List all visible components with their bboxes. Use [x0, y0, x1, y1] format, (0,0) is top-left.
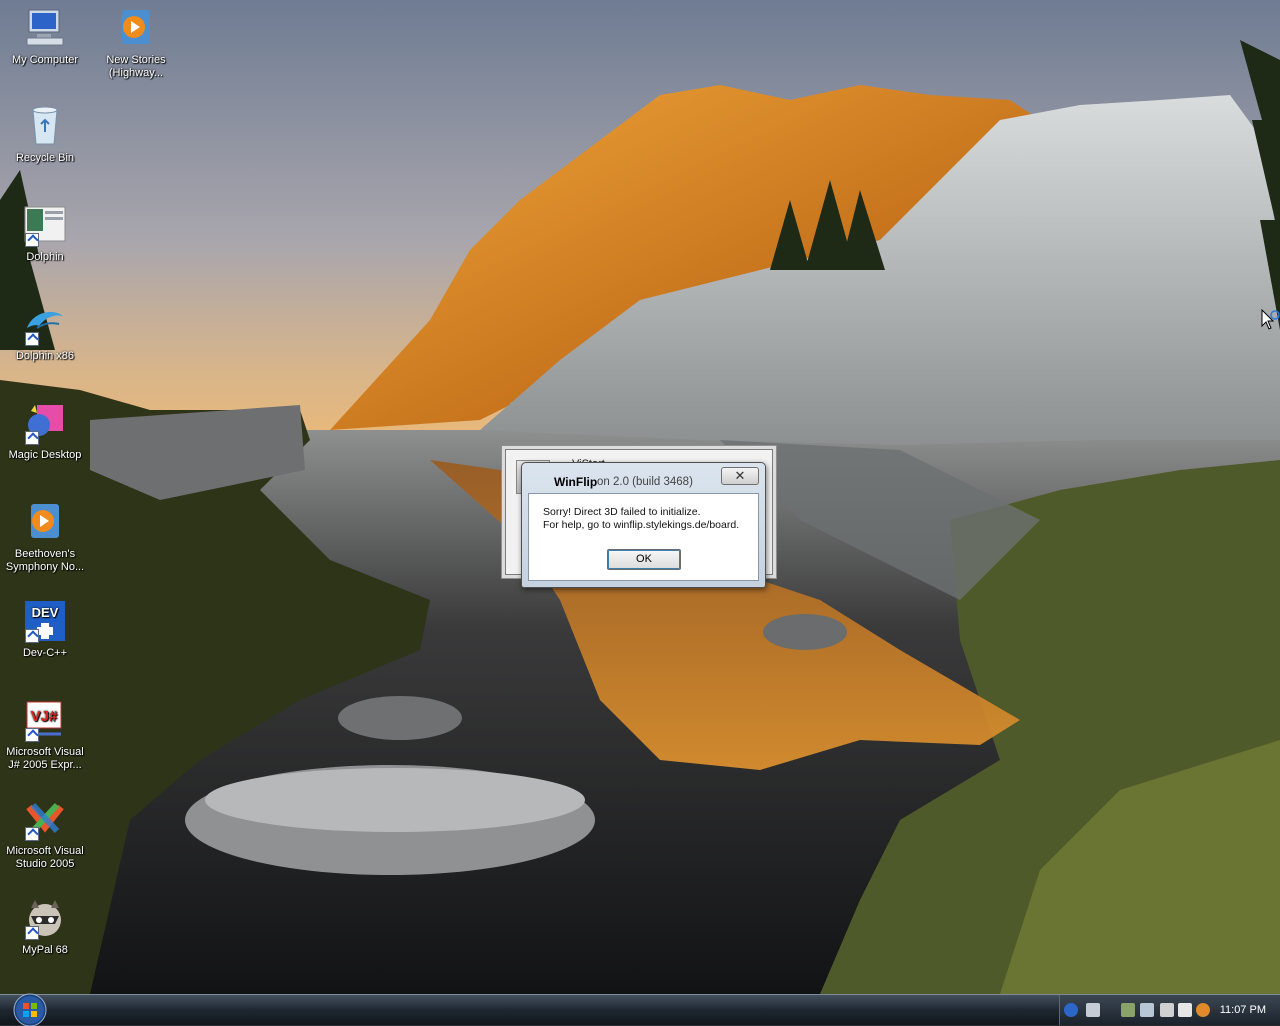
search-icon[interactable] — [1196, 1003, 1210, 1017]
shortcut-arrow-icon — [25, 233, 39, 247]
start-orb-icon[interactable] — [10, 992, 50, 1026]
desktop-icon-visual-jsharp[interactable]: VJ# Microsoft Visual J# 2005 Expr... — [0, 698, 90, 772]
recycle-bin-icon — [23, 104, 67, 148]
desktop-icon-label: Dev-C++ — [22, 647, 68, 659]
raccoon-icon — [23, 896, 67, 940]
desktop-icon-dev-cpp[interactable]: DEV Dev-C++ — [0, 599, 90, 660]
desktop-icon-label: Dolphin x86 — [15, 350, 75, 362]
desktop-icon-label: Beethoven's Symphony No... — [5, 548, 85, 573]
shortcut-arrow-icon — [25, 827, 39, 841]
desktop-icon-label: Dolphin — [26, 251, 64, 263]
desktop-icon-magic-desktop[interactable]: Magic Desktop — [0, 401, 90, 462]
desktop-icon-visual-studio[interactable]: Microsoft Visual Studio 2005 — [0, 797, 90, 871]
shortcut-arrow-icon — [25, 332, 39, 346]
svg-text:DEV: DEV — [32, 605, 59, 620]
desktop-icon-new-stories[interactable]: New Stories (Highway... — [91, 6, 181, 80]
desktop-icon-label: Microsoft Visual Studio 2005 — [6, 845, 84, 870]
system-tray: 11:07 PM — [1059, 995, 1280, 1025]
magic-desktop-icon — [23, 401, 67, 445]
shortcut-arrow-icon — [25, 728, 39, 742]
desktop-icon-beethoven[interactable]: Beethoven's Symphony No... — [0, 500, 90, 574]
monitor-icon[interactable] — [1140, 1003, 1154, 1017]
shortcut-arrow-icon — [25, 926, 39, 940]
visual-jsharp-icon: VJ# — [23, 698, 67, 742]
close-button[interactable]: ✕ — [721, 467, 759, 485]
desktop-icon-recycle-bin[interactable]: Recycle Bin — [0, 104, 90, 165]
dolphin-app-icon — [23, 203, 67, 247]
dolphin-logo-icon — [23, 302, 67, 346]
desktop-icon-mypal[interactable]: MyPal 68 — [0, 896, 90, 957]
error-message-line2: For help, go to winflip.stylekings.de/bo… — [543, 519, 740, 531]
desktop-icon-my-computer[interactable]: My Computer — [0, 6, 90, 67]
close-icon: ✕ — [734, 468, 746, 483]
desktop-icon-dolphin[interactable]: Dolphin — [0, 203, 90, 264]
computer-icon — [23, 6, 67, 50]
desktop-icon-label: Microsoft Visual J# 2005 Expr... — [6, 746, 84, 771]
svg-text:VJ#: VJ# — [31, 708, 58, 725]
taskbar: 11:07 PM — [0, 992, 1280, 1026]
media-play-icon — [114, 6, 158, 50]
desktop-icon-label: New Stories (Highway... — [106, 54, 166, 79]
dev-cpp-icon: DEV — [23, 599, 67, 643]
app-icon[interactable] — [1160, 1003, 1174, 1017]
clock[interactable]: 11:07 PM — [1220, 1004, 1266, 1016]
desktop-icon-label: Magic Desktop — [8, 449, 82, 461]
media-play-icon — [23, 500, 67, 544]
dialog-title-suffix: on 2.0 (build 3468) — [597, 476, 693, 488]
visual-studio-icon — [23, 797, 67, 841]
network-icon[interactable] — [1086, 1003, 1100, 1017]
error-message-line1: Sorry! Direct 3D failed to initialize. — [543, 506, 701, 518]
ok-button[interactable]: OK — [607, 549, 681, 570]
dialog-title: WinFlip — [554, 475, 598, 489]
app-icon[interactable] — [1121, 1003, 1135, 1017]
dialog-body: Sorry! Direct 3D failed to initialize. F… — [528, 493, 759, 581]
desktop-icon-dolphin-x86[interactable]: Dolphin x86 — [0, 302, 90, 363]
desktop-icon-label: Recycle Bin — [15, 152, 75, 164]
dialog-titlebar[interactable]: WinFlip on 2.0 (build 3468) ✕ — [522, 463, 765, 491]
shortcut-arrow-icon — [25, 431, 39, 445]
help-icon[interactable] — [1064, 1003, 1078, 1017]
shortcut-arrow-icon — [25, 629, 39, 643]
winflip-error-dialog[interactable]: WinFlip on 2.0 (build 3468) ✕ Sorry! Dir… — [521, 462, 766, 588]
desktop-icon-label: My Computer — [11, 54, 79, 66]
desktop-icon-label: MyPal 68 — [22, 944, 68, 956]
mouse-cursor-icon — [1261, 309, 1280, 330]
tl-icon[interactable] — [1178, 1003, 1192, 1017]
